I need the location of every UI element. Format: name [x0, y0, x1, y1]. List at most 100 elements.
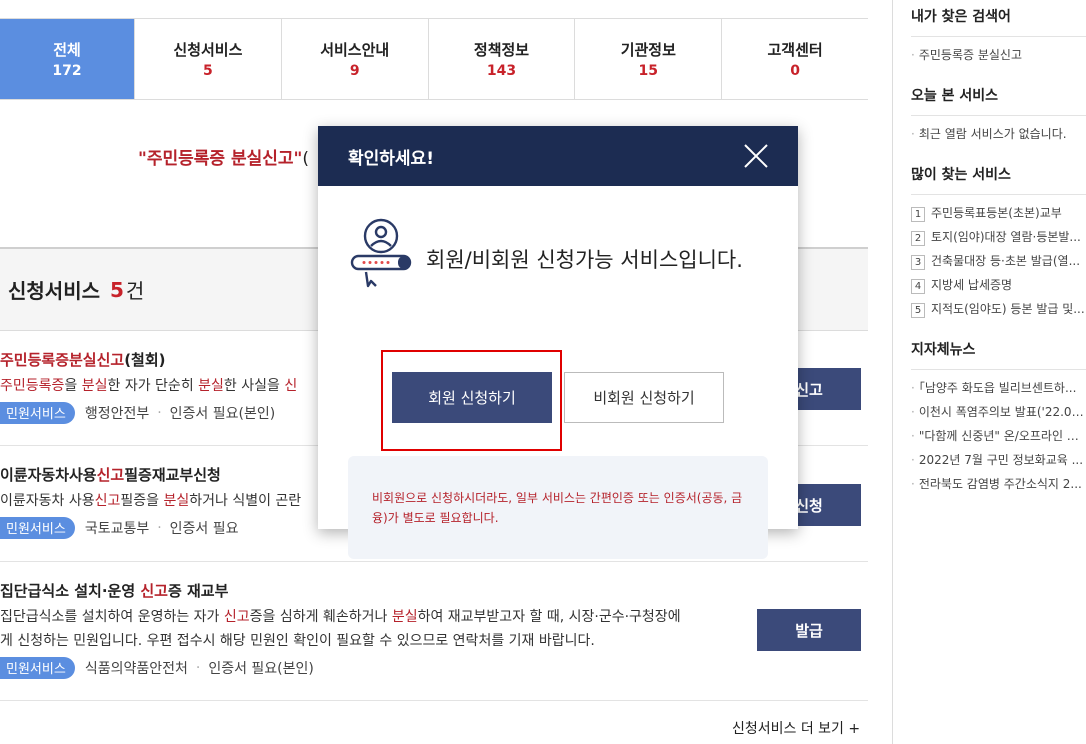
news-item[interactable]: 「남양주 화도읍 빌리브센트하...	[911, 376, 1086, 400]
modal-message: 회원/비회원 신청가능 서비스입니다.	[426, 248, 743, 272]
desc-highlight: 분실	[163, 493, 190, 509]
desc-text: 한 자가 단순히	[107, 378, 199, 394]
title-text: 필증재교부신청	[124, 466, 221, 484]
tab-count: 0	[790, 63, 800, 79]
popular-service-label: 건축물대장 등·초본 발급(열...	[931, 254, 1081, 268]
desc-text: 하여 재교부받고자 할 때, 시장·군수·구청장에	[417, 609, 681, 625]
desc-text: 하거나 식별이 곤란	[189, 493, 302, 509]
today-viewed-title: 오늘 본 서비스	[911, 79, 1086, 116]
tab-count: 15	[638, 63, 659, 79]
modal-title: 확인하세요!	[348, 148, 434, 169]
service-cert: 인증서 필요	[169, 521, 239, 537]
desc-highlight: 분실	[391, 609, 418, 625]
tab-count: 172	[52, 63, 82, 79]
category-tabs: 전체 172 신청서비스 5 서비스안내 9 정책정보 143 기관정보 15 …	[0, 18, 868, 100]
title-text: 이륜자동차사용	[0, 466, 97, 484]
news-item[interactable]: 이천시 폭염주의보 발표('22.06...	[911, 400, 1086, 424]
popular-service-item[interactable]: 2 토지(임야)대장 열람·등본발...	[911, 225, 1086, 249]
desc-text: 증을 심하게 훼손하거나	[249, 609, 392, 625]
service-title[interactable]: 집단급식소 설치·운영 신고증 재교부	[0, 580, 868, 601]
tab-agency-info[interactable]: 기관정보 15	[574, 19, 721, 99]
issue-button[interactable]: 발급	[757, 609, 861, 651]
service-agency: 국토교통부	[84, 521, 150, 537]
modal-header: 확인하세요!	[318, 126, 798, 186]
service-item: 집단급식소 설치·운영 신고증 재교부 집단급식소를 설치하여 운영하는 자가 …	[0, 562, 868, 701]
modal-body: 회원/비회원 신청가능 서비스입니다. 회원 신청하기 비회원 신청하기 비회원…	[318, 186, 798, 559]
tab-count: 9	[349, 63, 360, 79]
notice-box: 비회원으로 신청하시더라도, 일부 서비스는 간편인증 또는 인증서(공동, 금…	[348, 456, 768, 559]
recent-search-title: 내가 찾은 검색어	[911, 0, 1086, 37]
rank-number: 5	[911, 303, 925, 318]
tab-label: 신청서비스	[173, 41, 243, 59]
service-cert: 인증서 필요(본인)	[208, 661, 314, 677]
recent-search-item[interactable]: 주민등록증 분실신고	[911, 43, 1086, 67]
result-message-rest: (	[302, 149, 310, 169]
desc-highlight: 주민등록증	[0, 378, 65, 394]
separator: ·	[195, 660, 201, 676]
popular-service-label: 토지(임야)대장 열람·등본발...	[931, 230, 1081, 244]
section-unit: 건	[125, 279, 145, 303]
tab-label: 기관정보	[620, 41, 676, 59]
more-services-link[interactable]: 신청서비스 더 보기 +	[732, 718, 860, 738]
news-item[interactable]: "다함께 신중년" 온/오프라인 강좌...	[911, 424, 1086, 448]
desc-highlight: 신고	[94, 493, 121, 509]
tab-service-guide[interactable]: 서비스안내 9	[280, 19, 428, 99]
tab-application-services[interactable]: 신청서비스 5	[134, 19, 281, 99]
member-login-icon	[350, 218, 412, 288]
today-viewed-list: 최근 열람 서비스가 없습니다.	[911, 116, 1086, 158]
local-news-list: 「남양주 화도읍 빌리브센트하... 이천시 폭염주의보 발표('22.06..…	[911, 370, 1086, 508]
tab-label: 고객센터	[767, 41, 823, 59]
tab-customer-center[interactable]: 고객센터 0	[721, 19, 868, 99]
section-count: 5	[110, 277, 124, 302]
rank-number: 3	[911, 255, 925, 270]
desc-text: 이륜자동차 사용	[0, 493, 95, 509]
title-text: 증 재교부	[167, 582, 229, 600]
title-highlight: 주민등록증분실신고	[0, 351, 125, 369]
popular-service-label: 주민등록표등본(초본)교부	[931, 206, 1062, 220]
section-title: 신청서비스	[8, 279, 100, 303]
right-sidebar: 내가 찾은 검색어 주민등록증 분실신고 오늘 본 서비스 최근 열람 서비스가…	[892, 0, 1086, 744]
search-keyword: "주민등록증 분실신고"	[138, 149, 303, 169]
desc-highlight: 신고	[223, 609, 250, 625]
popular-service-item[interactable]: 4 지방세 납세증명	[911, 273, 1086, 297]
popular-service-item[interactable]: 1 주민등록표등본(초본)교부	[911, 201, 1086, 225]
confirm-modal: 확인하세요! 회원/비회원 신청가능 서비스입니다. 회원 신청하기 비회원 신…	[318, 126, 798, 559]
tab-label: 정책정보	[473, 41, 530, 59]
rank-number: 1	[911, 207, 925, 222]
news-item[interactable]: 전라북도 감염병 주간소식지 2...	[911, 472, 1086, 496]
popular-services-list: 1 주민등록표등본(초본)교부 2 토지(임야)대장 열람·등본발... 3 건축물대…	[911, 195, 1086, 333]
search-result-message: "주민등록증 분실신고"(	[138, 144, 309, 169]
desc-text: 필증을	[120, 493, 164, 509]
tab-all[interactable]: 전체 172	[0, 19, 134, 99]
tab-count: 5	[203, 63, 213, 79]
recent-search-list: 주민등록증 분실신고	[911, 37, 1086, 79]
news-item[interactable]: 2022년 7월 구민 정보화교육 ...	[911, 448, 1086, 472]
today-viewed-empty: 최근 열람 서비스가 없습니다.	[911, 122, 1086, 146]
service-cert: 인증서 필요(본인)	[169, 406, 276, 422]
tab-label: 전체	[53, 41, 81, 59]
tab-policy-info[interactable]: 정책정보 143	[427, 19, 575, 99]
service-agency: 행정안전부	[84, 406, 150, 422]
title-highlight: 신고	[96, 466, 125, 484]
close-icon[interactable]	[742, 142, 770, 170]
service-meta: 민원서비스 식품의약품안전처 · 인증서 필요(본인)	[0, 657, 868, 679]
rank-number: 4	[911, 279, 925, 294]
service-description: 집단급식소를 설치하여 운영하는 자가 신고증을 심하게 훼손하거나 분실하여 …	[0, 605, 868, 653]
popular-service-label: 지방세 납세증명	[931, 278, 1013, 292]
local-news-title: 지자체뉴스	[911, 333, 1086, 370]
service-type-badge: 민원서비스	[0, 517, 75, 539]
nonmember-apply-button[interactable]: 비회원 신청하기	[564, 372, 724, 423]
desc-text: 집단급식소를 설치하여 운영하는 자가	[0, 609, 224, 625]
separator: ·	[157, 520, 162, 536]
service-type-badge: 민원서비스	[0, 657, 75, 679]
service-type-badge: 민원서비스	[0, 402, 75, 424]
desc-highlight: 분실	[198, 378, 224, 394]
desc-highlight: 분실	[81, 378, 108, 394]
popular-service-label: 지적도(임야도) 등본 발급 및...	[931, 302, 1085, 316]
popular-service-item[interactable]: 5 지적도(임야도) 등본 발급 및...	[911, 297, 1086, 321]
service-agency: 식품의약품안전처	[84, 661, 188, 677]
desc-highlight: 신	[284, 378, 298, 394]
popular-service-item[interactable]: 3 건축물대장 등·초본 발급(열...	[911, 249, 1086, 273]
member-apply-button[interactable]: 회원 신청하기	[392, 372, 552, 423]
desc-text: 게 신청하는 민원입니다. 우편 접수시 해당 민원인 확인이 필요할 수 있으…	[0, 633, 595, 649]
